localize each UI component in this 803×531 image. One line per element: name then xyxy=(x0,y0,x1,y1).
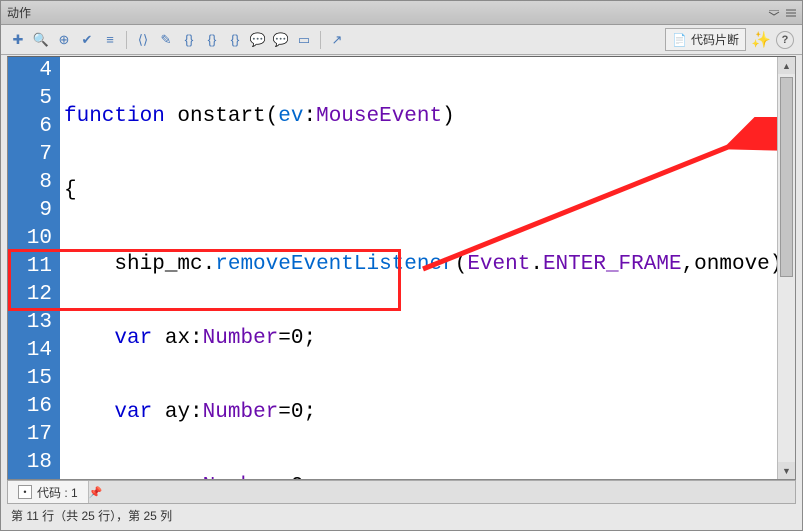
line-number: 6 xyxy=(8,113,60,141)
line-number: 16 xyxy=(8,393,60,421)
separator xyxy=(126,31,127,49)
script-tab-icon: • xyxy=(18,485,32,499)
code-line: function onstart(ev:MouseEvent) xyxy=(60,103,777,131)
comment-icon[interactable]: 💬 xyxy=(249,31,267,49)
code-line: var ay:Number=0; xyxy=(60,399,777,427)
brace2-icon[interactable]: {} xyxy=(203,31,221,49)
script-tab[interactable]: • 代码 : 1 xyxy=(8,481,89,503)
collapse-code-icon[interactable]: ▭ xyxy=(295,31,313,49)
line-number: 10 xyxy=(8,225,60,253)
line-number: 8 xyxy=(8,169,60,197)
line-number: 18 xyxy=(8,449,60,477)
code-line: var ax:Number=0; xyxy=(60,325,777,353)
tab-label: 代码 : 1 xyxy=(37,484,78,501)
titlebar-controls xyxy=(767,8,798,18)
scroll-up-icon[interactable]: ▲ xyxy=(778,57,795,74)
line-number: 14 xyxy=(8,337,60,365)
actions-panel: 动作 ✚ 🔍 ⊕ ✔ ≡ ⟨⟩ ✎ {} {} {} 💬 💬 ▭ ↗ 📄 代码片… xyxy=(0,0,803,531)
line-number-gutter: 4 5 6 7 8 9 10 11 12 13 14 15 16 17 18 xyxy=(8,57,60,479)
code-snippet-button[interactable]: 📄 代码片断 xyxy=(665,28,746,51)
export-icon[interactable]: ↗ xyxy=(328,31,346,49)
separator xyxy=(320,31,321,49)
toolbar-right: 📄 代码片断 ✨ ? xyxy=(665,28,794,51)
code-line: ship_mc.removeEventListener(Event.ENTER_… xyxy=(60,251,777,279)
line-number: 4 xyxy=(8,57,60,85)
pin-icon[interactable]: 📌 xyxy=(89,485,103,499)
menu-icon[interactable] xyxy=(784,8,798,18)
vertical-scrollbar[interactable]: ▲ ▼ xyxy=(777,57,795,479)
code-line: { xyxy=(60,177,777,205)
collapse-icon[interactable] xyxy=(767,8,781,18)
code-line: var vx:Number=0; xyxy=(60,473,777,479)
line-number: 15 xyxy=(8,365,60,393)
brace1-icon[interactable]: {} xyxy=(180,31,198,49)
debug-icon[interactable]: ✎ xyxy=(157,31,175,49)
status-text: 第 11 行（共 25 行），第 25 列 xyxy=(11,507,172,524)
snippet-label: 代码片断 xyxy=(691,31,739,48)
line-number: 7 xyxy=(8,141,60,169)
add-icon[interactable]: ✚ xyxy=(9,31,27,49)
toolbar: ✚ 🔍 ⊕ ✔ ≡ ⟨⟩ ✎ {} {} {} 💬 💬 ▭ ↗ 📄 代码片断 ✨… xyxy=(1,25,802,55)
line-number: 17 xyxy=(8,421,60,449)
code-hint-icon[interactable]: ⟨⟩ xyxy=(134,31,152,49)
line-number: 12 xyxy=(8,281,60,309)
tab-bar: • 代码 : 1 📌 xyxy=(7,480,796,504)
line-number: 5 xyxy=(8,85,60,113)
line-number: 13 xyxy=(8,309,60,337)
snippet-icon: 📄 xyxy=(672,33,687,47)
status-bar: 第 11 行（共 25 行），第 25 列 xyxy=(7,506,796,524)
target-icon[interactable]: ⊕ xyxy=(55,31,73,49)
format-icon[interactable]: ≡ xyxy=(101,31,119,49)
help-icon[interactable]: ? xyxy=(776,31,794,49)
code-text-area[interactable]: function onstart(ev:MouseEvent) { ship_m… xyxy=(60,57,777,479)
wand-icon[interactable]: ✨ xyxy=(752,31,770,49)
line-number: 11 xyxy=(8,253,60,281)
scrollbar-thumb[interactable] xyxy=(780,77,793,277)
uncomment-icon[interactable]: 💬 xyxy=(272,31,290,49)
code-editor[interactable]: 4 5 6 7 8 9 10 11 12 13 14 15 16 17 18 f… xyxy=(7,56,796,480)
find-icon[interactable]: 🔍 xyxy=(32,31,50,49)
panel-titlebar: 动作 xyxy=(1,1,802,25)
scroll-down-icon[interactable]: ▼ xyxy=(778,462,795,479)
brace3-icon[interactable]: {} xyxy=(226,31,244,49)
check-icon[interactable]: ✔ xyxy=(78,31,96,49)
line-number: 9 xyxy=(8,197,60,225)
panel-title: 动作 xyxy=(7,4,31,21)
